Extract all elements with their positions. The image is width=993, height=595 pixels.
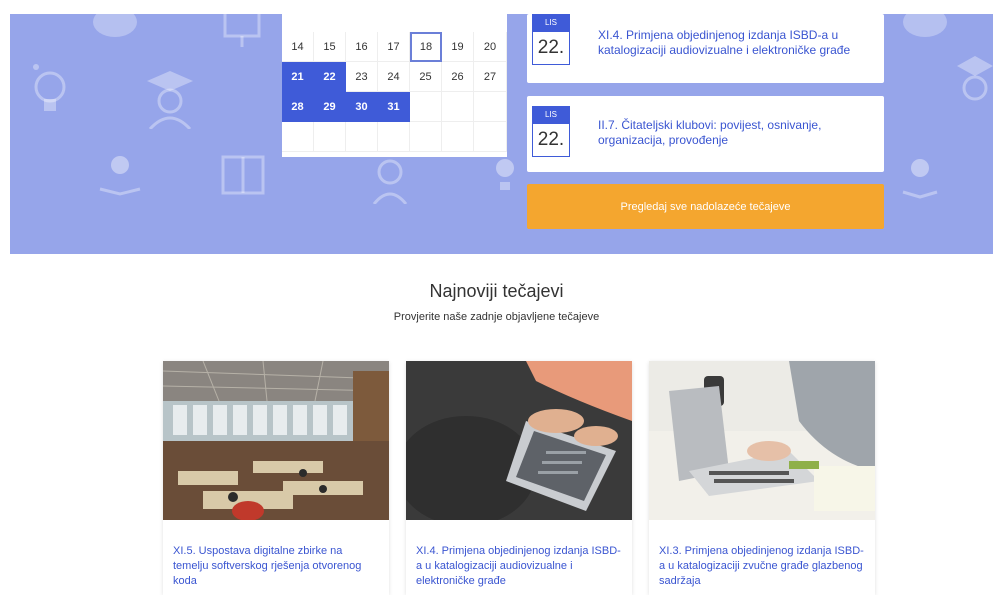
graduate-icon — [145, 69, 195, 129]
top-edge — [10, 0, 993, 14]
calendar-day-event[interactable]: 30 — [346, 92, 378, 122]
calendar-week-row: 21 22 23 24 25 26 27 — [282, 62, 507, 92]
event-title-link[interactable]: XI.4. Primjena objedinjenog izdanja ISBD… — [598, 28, 868, 58]
student-icon — [370, 154, 410, 204]
calendar-day-empty — [410, 122, 442, 152]
calendar-day-empty — [474, 122, 507, 152]
course-image-laptop-desk[interactable] — [649, 361, 875, 520]
course-title-link[interactable]: XI.4. Primjena objedinjenog izdanja ISBD… — [416, 544, 622, 589]
event-month: LIS — [532, 106, 570, 124]
calendar-day[interactable]: 27 — [474, 62, 507, 92]
calendar-day[interactable]: 14 — [282, 32, 314, 62]
calendar-day-empty — [346, 122, 378, 152]
course-card[interactable]: XI.3. Primjena objedinjenog izdanja ISBD… — [649, 361, 875, 595]
course-image-library-reading-room[interactable] — [163, 361, 389, 520]
lightbulb-icon — [490, 154, 520, 199]
calendar-day-empty — [410, 92, 442, 122]
calendar-day-empty — [442, 122, 474, 152]
course-card[interactable]: XI.5. Uspostava digitalne zbirke na teme… — [163, 361, 389, 595]
calendar-day[interactable]: 26 — [442, 62, 474, 92]
calendar-week-row: 14 15 16 17 18 19 20 — [282, 32, 507, 62]
open-book-icon — [220, 154, 266, 196]
brain-right-icon — [900, 14, 950, 42]
section-subtitle: Provjerite naše zadnje objavljene tečaje… — [393, 311, 600, 323]
graduate-right-icon — [955, 54, 993, 114]
calendar-day-event[interactable]: 31 — [378, 92, 410, 122]
presentation-board-icon — [222, 14, 262, 49]
course-card[interactable]: XI.4. Primjena objedinjenog izdanja ISBD… — [406, 361, 632, 595]
calendar-day-event[interactable]: 22 — [314, 62, 346, 92]
calendar-day-empty — [282, 122, 314, 152]
calendar-day[interactable]: 17 — [378, 32, 410, 62]
event-date-badge: LIS 22. — [532, 106, 570, 157]
calendar-day-event[interactable]: 29 — [314, 92, 346, 122]
calendar-day-today[interactable]: 18 — [410, 32, 442, 62]
section-title: Najnoviji tečajevi — [429, 281, 564, 301]
calendar-day-empty — [378, 122, 410, 152]
calendar-day-empty — [442, 92, 474, 122]
calendar-day[interactable]: 16 — [346, 32, 378, 62]
upcoming-event-card[interactable]: LIS 22. II.7. Čitateljski klubovi: povij… — [527, 96, 884, 172]
calendar-widget: 14 15 16 17 18 19 20 21 22 23 24 25 26 2… — [282, 14, 507, 157]
view-all-upcoming-courses-button[interactable]: Pregledaj sve nadolazeće tečajeve — [527, 184, 884, 229]
calendar-day[interactable]: 19 — [442, 32, 474, 62]
brain-icon — [90, 14, 140, 42]
head-gear-icon — [30, 59, 70, 119]
calendar-day-empty — [314, 122, 346, 152]
event-month: LIS — [532, 14, 570, 32]
calendar-week-row — [282, 122, 507, 152]
calendar-day-empty — [474, 92, 507, 122]
event-title-link[interactable]: II.7. Čitateljski klubovi: povijest, osn… — [598, 118, 868, 148]
calendar-day[interactable]: 20 — [474, 32, 507, 62]
calendar-week-row: 28 29 30 31 — [282, 92, 507, 122]
course-image-laptop-typing[interactable] — [406, 361, 632, 520]
calendar-day[interactable]: 23 — [346, 62, 378, 92]
event-day: 22. — [532, 32, 570, 65]
calendar-day[interactable]: 25 — [410, 62, 442, 92]
calendar-day-event[interactable]: 28 — [282, 92, 314, 122]
calendar-day[interactable]: 15 — [314, 32, 346, 62]
lightbulb-book-right-icon — [900, 152, 940, 202]
lightbulb-book-icon — [95, 149, 145, 199]
calendar-day-event[interactable]: 21 — [282, 62, 314, 92]
event-date-badge: LIS 22. — [532, 14, 570, 65]
course-title-link[interactable]: XI.5. Uspostava digitalne zbirke na teme… — [173, 544, 379, 589]
calendar-day[interactable]: 24 — [378, 62, 410, 92]
event-day: 22. — [532, 124, 570, 157]
upcoming-event-card[interactable]: LIS 22. XI.4. Primjena objedinjenog izda… — [527, 14, 884, 83]
course-title-link[interactable]: XI.3. Primjena objedinjenog izdanja ISBD… — [659, 544, 865, 589]
